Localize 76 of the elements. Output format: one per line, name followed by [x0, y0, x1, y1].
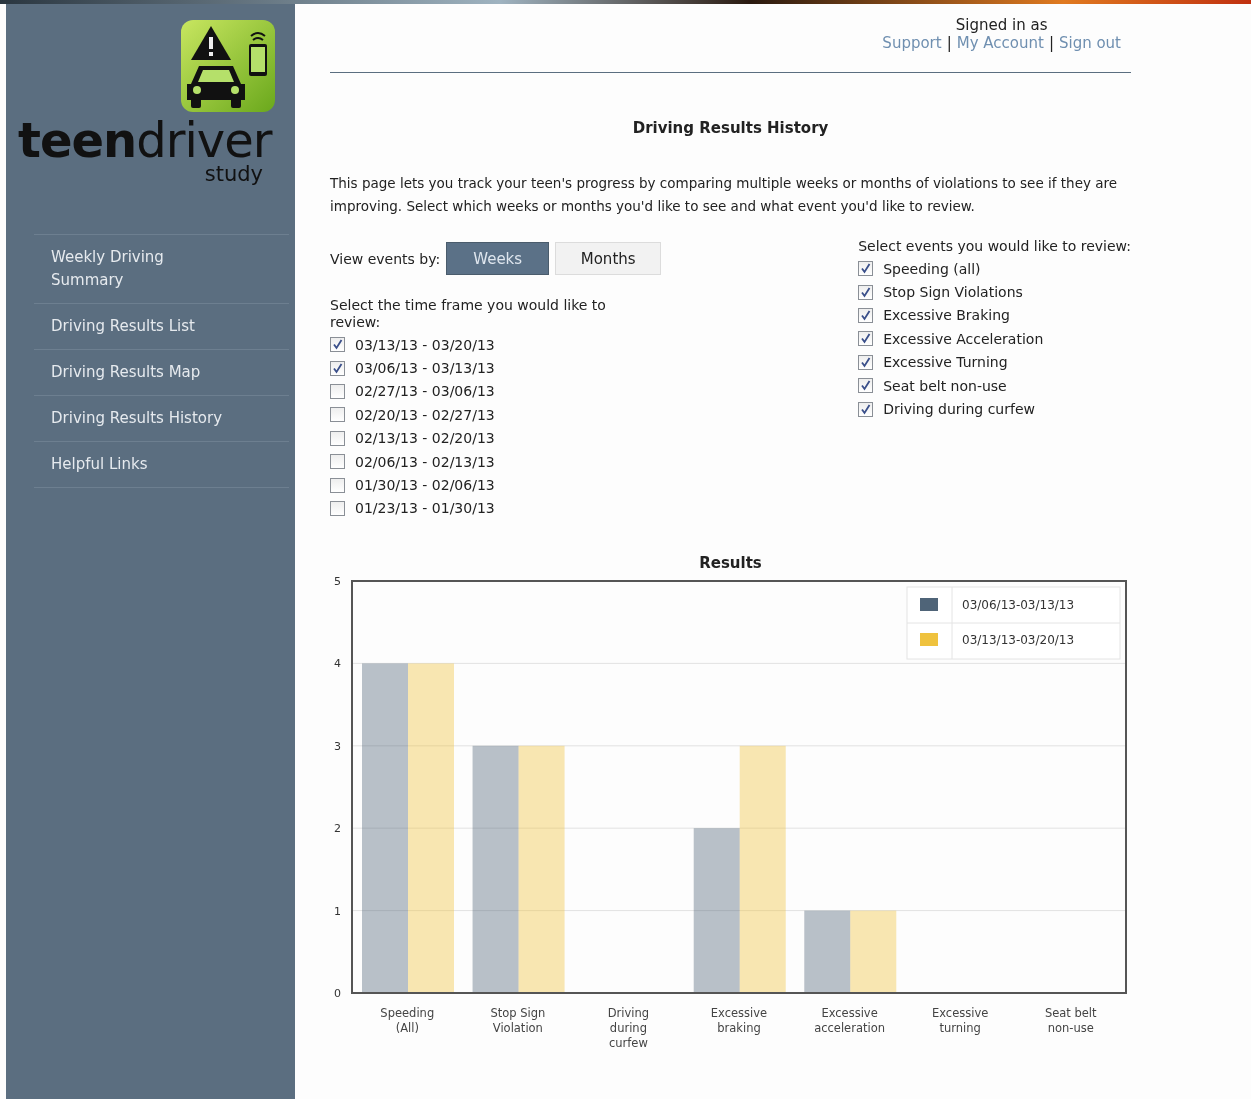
checkbox[interactable]: [858, 261, 874, 277]
chart-title: Results: [698, 554, 763, 573]
checkbox[interactable]: [330, 360, 345, 376]
checkbox[interactable]: [858, 401, 874, 417]
checkbox[interactable]: [330, 430, 345, 446]
time-frame-label: Select the time frame you would like to review:: [330, 297, 607, 331]
view-by-label: View events by:: [330, 250, 441, 267]
y-axis-label: 0: [334, 987, 341, 1001]
x-axis-label: Seat belt non-use: [1044, 1006, 1097, 1036]
checkbox-label: Driving during curfew: [883, 401, 1035, 418]
checkbox-label: Excessive Braking: [883, 307, 1010, 324]
checkbox-label: 01/30/13 - 02/06/13: [355, 477, 495, 494]
x-axis-label: Excessive acceleration: [814, 1006, 885, 1036]
legend-label: 03/06/13-03/13/13: [962, 598, 1075, 613]
checkbox[interactable]: [330, 500, 345, 516]
y-axis-label: 4: [334, 657, 341, 671]
checkbox[interactable]: [330, 337, 345, 353]
checkbox-label: 02/27/13 - 03/06/13: [355, 383, 495, 400]
checkbox-label: 01/23/13 - 01/30/13: [355, 500, 495, 517]
toggle-option[interactable]: Weeks: [446, 242, 550, 275]
checkbox[interactable]: [858, 284, 874, 300]
header-link[interactable]: My Account: [956, 34, 1044, 52]
legend-label: 03/13/13-03/20/13: [962, 633, 1075, 648]
sidebar-link[interactable]: Helpful Links: [34, 442, 289, 488]
link-separator: |: [946, 34, 952, 52]
checkbox-label: 02/20/13 - 02/27/13: [355, 406, 495, 423]
checkbox-label: 02/13/13 - 02/20/13: [355, 430, 495, 447]
checkbox-label: 03/13/13 - 03/20/13: [355, 336, 495, 353]
checkbox[interactable]: [858, 307, 874, 323]
checkmark-icon: [860, 263, 872, 275]
sidebar-link[interactable]: Weekly Driving Summary: [34, 235, 289, 304]
logo-tagline: study: [204, 164, 263, 184]
checkbox-label: Speeding (all): [883, 260, 981, 277]
logo-wordmark: teendriver: [18, 116, 272, 164]
checkbox[interactable]: [858, 354, 874, 370]
checkbox-label: Seat belt non-use: [883, 377, 1007, 394]
car-warning-logo-icon: [181, 20, 275, 112]
events-label: Select events you would like to review:: [858, 238, 1131, 255]
checkmark-icon: [860, 333, 872, 345]
checkbox[interactable]: [330, 454, 345, 470]
sidebar-link[interactable]: Driving Results History: [34, 396, 289, 442]
checkmark-icon: [860, 356, 872, 368]
header-link[interactable]: Support: [882, 34, 942, 52]
x-axis-label: Stop Sign Violation: [490, 1006, 546, 1036]
checkbox-label: Stop Sign Violations: [883, 284, 1023, 301]
x-axis-label: Excessive turning: [932, 1006, 989, 1036]
sidebar-link[interactable]: Driving Results Map: [34, 350, 289, 396]
checkmark-icon: [860, 286, 872, 298]
y-axis-label: 3: [334, 739, 341, 753]
checkbox[interactable]: [330, 407, 345, 423]
checkbox[interactable]: [330, 383, 345, 399]
intro-text: This page lets you track your teen's progress by comparing multiple weeks or months of violations to see if they are improving. Select which weeks or months you'd like to see and what event you'd like to review.: [330, 174, 1119, 216]
x-axis-label: Excessive braking: [710, 1006, 768, 1036]
sidebar-link[interactable]: Driving Results List: [34, 304, 289, 350]
checkbox[interactable]: [858, 331, 874, 347]
checkbox[interactable]: [330, 477, 345, 493]
x-axis-label: Driving during curfew: [607, 1006, 650, 1051]
checkmark-icon: [860, 403, 872, 415]
checkbox[interactable]: [858, 378, 874, 394]
x-axis-label: Speeding (All): [380, 1006, 435, 1036]
checkbox-label: 03/06/13 - 03/13/13: [355, 360, 495, 377]
link-separator: |: [1048, 34, 1054, 52]
signed-in-text: Signed in as: [955, 16, 1048, 34]
checkbox-label: Excessive Acceleration: [883, 330, 1044, 347]
checkmark-icon: [332, 339, 343, 351]
toggle-option[interactable]: Months: [555, 242, 662, 275]
checkmark-icon: [332, 362, 343, 374]
y-axis-label: 1: [334, 904, 341, 918]
checkbox-label: 02/06/13 - 02/13/13: [355, 453, 495, 470]
page-title: Driving Results History: [631, 119, 830, 137]
y-axis-label: 2: [334, 822, 341, 836]
checkmark-icon: [860, 309, 872, 321]
y-axis-label: 5: [334, 576, 341, 589]
checkmark-icon: [860, 380, 872, 392]
header-link[interactable]: Sign out: [1058, 34, 1121, 52]
checkbox-label: Excessive Turning: [883, 354, 1008, 371]
